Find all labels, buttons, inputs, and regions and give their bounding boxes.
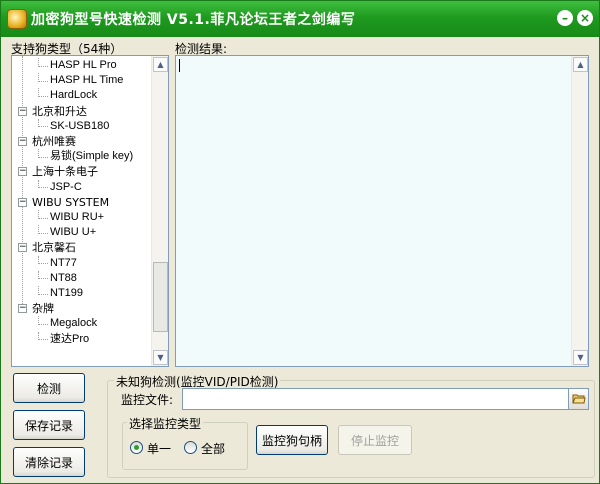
text-caret bbox=[179, 59, 180, 72]
tree-group-node[interactable]: 北京馨石 bbox=[32, 240, 76, 255]
tree-collapse-icon[interactable]: − bbox=[18, 304, 27, 314]
tree-trunk-line bbox=[22, 56, 23, 309]
tree-leaf-node[interactable]: JSP-C bbox=[50, 180, 82, 195]
tree-leaf-node[interactable]: 速达Pro bbox=[50, 332, 89, 347]
radio-all[interactable] bbox=[184, 441, 197, 454]
tree-branch-line bbox=[38, 324, 48, 325]
tree-leaf-node[interactable]: HASP HL Pro bbox=[50, 58, 117, 73]
monitor-file-label: 监控文件: bbox=[121, 393, 174, 407]
minimize-icon[interactable]: – bbox=[557, 10, 573, 26]
folder-open-icon[interactable] bbox=[568, 389, 588, 409]
tree-branch-line bbox=[38, 126, 48, 128]
radio-single[interactable] bbox=[130, 441, 143, 454]
tree-content: HASP HL Pro HASP HL Time HardLock − 北京和升达 SK-… bbox=[12, 56, 152, 366]
tree-branch-line bbox=[38, 187, 48, 189]
tree-leaf-node[interactable]: WIBU RU+ bbox=[50, 210, 104, 225]
tree-leaf-node[interactable]: NT88 bbox=[50, 271, 77, 286]
tree-branch-line bbox=[38, 232, 48, 234]
main-window: 加密狗型号快速检测 V5.1.菲凡论坛王者之剑编写 – × 支持狗类型（54种）… bbox=[0, 0, 600, 484]
radio-all-label: 全部 bbox=[201, 442, 226, 456]
tree-branch-line bbox=[38, 156, 48, 158]
tree-collapse-icon[interactable]: − bbox=[18, 243, 27, 253]
monitor-type-label: 选择监控类型 bbox=[127, 415, 204, 432]
radio-single-label: 单一 bbox=[147, 442, 172, 456]
window-title: 加密狗型号快速检测 V5.1.菲凡论坛王者之剑编写 bbox=[31, 12, 356, 28]
tree-group-node[interactable]: WIBU SYSTEM bbox=[32, 195, 109, 210]
clear-log-button[interactable]: 清除记录 bbox=[13, 447, 85, 477]
tree-leaf-node[interactable]: HASP HL Time bbox=[50, 73, 123, 88]
tree-leaf-node[interactable]: Megalock bbox=[50, 316, 97, 331]
tree-leaf-node[interactable]: NT199 bbox=[50, 286, 83, 301]
results-scrollbar[interactable]: ▲ ▼ bbox=[571, 56, 588, 366]
close-icon[interactable]: × bbox=[577, 10, 593, 26]
tree-leaf-node[interactable]: SK-USB180 bbox=[50, 119, 109, 134]
scroll-down-icon[interactable]: ▼ bbox=[573, 350, 588, 365]
monitor-file-input[interactable] bbox=[182, 388, 589, 410]
tree-leaf-node[interactable]: WIBU U+ bbox=[50, 225, 96, 240]
tree-branch-line bbox=[38, 293, 48, 295]
tree-collapse-icon[interactable]: − bbox=[18, 167, 27, 177]
scroll-up-icon[interactable]: ▲ bbox=[573, 57, 588, 72]
tree-leaf-node[interactable]: 易锁(Simple key) bbox=[50, 149, 133, 164]
tree-collapse-icon[interactable]: − bbox=[18, 137, 27, 146]
results-textarea[interactable]: ▲ ▼ bbox=[175, 55, 589, 367]
tree-group-node[interactable]: 北京和升达 bbox=[32, 104, 87, 119]
tree-branch-line bbox=[38, 217, 48, 219]
tree-scrollbar[interactable]: ▲ ▼ bbox=[151, 56, 168, 366]
tree-group-node[interactable]: 杂牌 bbox=[32, 301, 54, 316]
dongle-type-tree[interactable]: HASP HL Pro HASP HL Time HardLock − 北京和升达 SK-… bbox=[11, 55, 169, 367]
save-log-button[interactable]: 保存记录 bbox=[13, 410, 85, 440]
tree-branch-line bbox=[38, 263, 48, 265]
tree-branch-line bbox=[38, 278, 48, 280]
tree-branch-line bbox=[38, 65, 48, 67]
tree-branch-line bbox=[38, 96, 48, 97]
tree-leaf-node[interactable]: HardLock bbox=[50, 88, 97, 103]
app-logo-icon bbox=[7, 9, 27, 29]
scroll-up-icon[interactable]: ▲ bbox=[153, 57, 168, 72]
title-bar[interactable]: 加密狗型号快速检测 V5.1.菲凡论坛王者之剑编写 – × bbox=[1, 1, 599, 37]
scroll-down-icon[interactable]: ▼ bbox=[153, 350, 168, 365]
tree-collapse-icon[interactable]: − bbox=[18, 106, 27, 116]
tree-branch-line bbox=[38, 339, 48, 341]
tree-leaf-node[interactable]: NT77 bbox=[50, 256, 77, 271]
detect-button[interactable]: 检测 bbox=[13, 373, 85, 403]
scroll-thumb[interactable] bbox=[153, 262, 168, 332]
tree-branch-line bbox=[38, 80, 48, 82]
tree-collapse-icon[interactable]: − bbox=[18, 197, 27, 207]
stop-monitor-button[interactable]: 停止监控 bbox=[338, 425, 412, 455]
monitor-handle-button[interactable]: 监控狗句柄 bbox=[256, 425, 328, 455]
tree-group-node[interactable]: 上海十条电子 bbox=[32, 164, 98, 179]
tree-group-node[interactable]: 杭州唯赛 bbox=[32, 134, 76, 149]
